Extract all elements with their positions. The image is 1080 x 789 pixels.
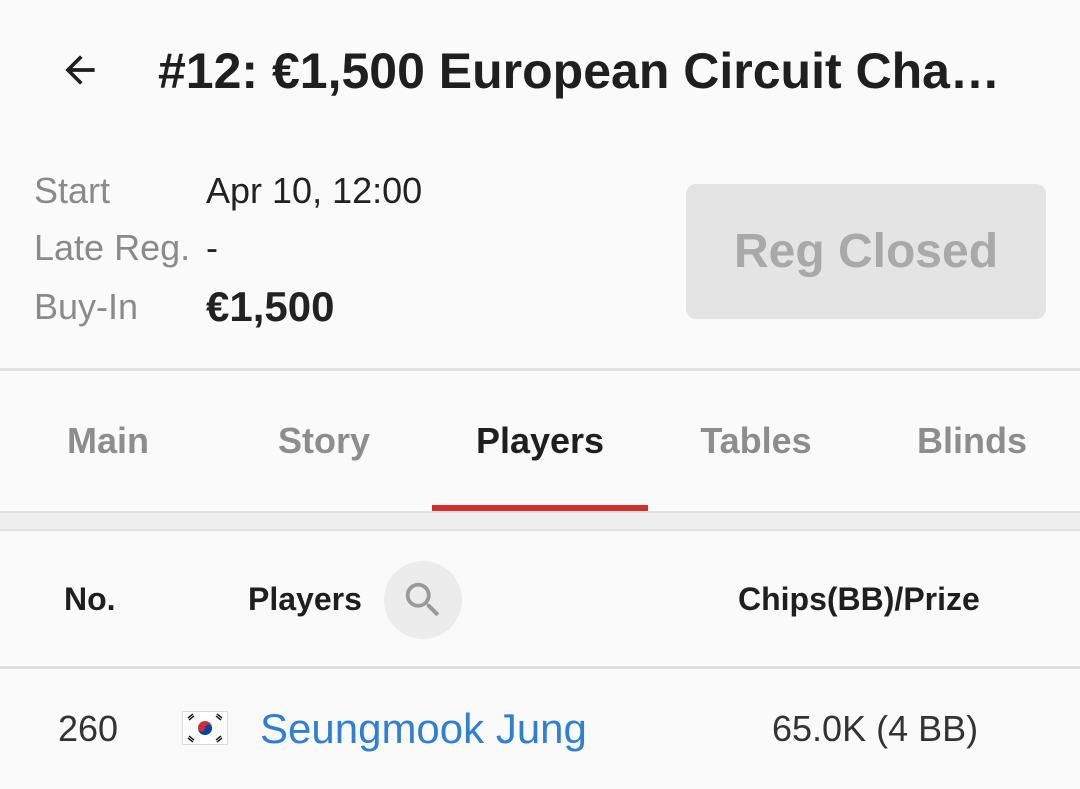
- player-search-button[interactable]: [384, 561, 462, 639]
- search-icon: [405, 582, 440, 617]
- tab-main[interactable]: Main: [0, 371, 216, 511]
- column-header-no[interactable]: No.: [64, 531, 116, 667]
- tab-blinds[interactable]: Blinds: [864, 371, 1080, 511]
- back-button[interactable]: [50, 40, 110, 100]
- start-row: Start Apr 10, 12:00: [34, 164, 422, 218]
- section-separator: [0, 511, 1080, 531]
- column-header-chips[interactable]: Chips(BB)/Prize: [738, 531, 980, 667]
- tournament-info: Start Apr 10, 12:00 Late Reg. - Buy-In €…: [0, 160, 1080, 368]
- reg-closed-button[interactable]: Reg Closed: [686, 184, 1046, 319]
- tab-tables[interactable]: Tables: [648, 371, 864, 511]
- player-number: 260: [58, 708, 119, 749]
- buyin-label: Buy-In: [34, 286, 139, 327]
- south-korea-flag-icon: [182, 711, 228, 745]
- late-reg-value: -: [206, 227, 218, 268]
- tab-bar: Main Story Players Tables Blinds: [0, 371, 1080, 511]
- buyin-row: Buy-In €1,500: [34, 280, 334, 334]
- page-title: #12: €1,500 European Circuit Cha…: [158, 43, 1000, 99]
- arrow-left-icon: [65, 55, 95, 85]
- player-name-link[interactable]: Seungmook Jung: [260, 705, 587, 753]
- buyin-value: €1,500: [206, 283, 335, 330]
- late-reg-row: Late Reg. -: [34, 221, 218, 275]
- players-table-header: No. Players Chips(BB)/Prize: [0, 531, 1080, 667]
- start-value: Apr 10, 12:00: [206, 170, 423, 211]
- tab-story[interactable]: Story: [216, 371, 432, 511]
- tab-players[interactable]: Players: [432, 371, 648, 511]
- table-row[interactable]: 260 Seungmook Jung 65.0K (4 BB): [0, 669, 1080, 789]
- player-chips: 65.0K (4 BB): [772, 708, 979, 749]
- start-label: Start: [34, 170, 111, 211]
- app-header: #12: €1,500 European Circuit Cha…: [0, 0, 1080, 140]
- late-reg-label: Late Reg.: [34, 227, 191, 268]
- column-header-players[interactable]: Players: [248, 531, 362, 667]
